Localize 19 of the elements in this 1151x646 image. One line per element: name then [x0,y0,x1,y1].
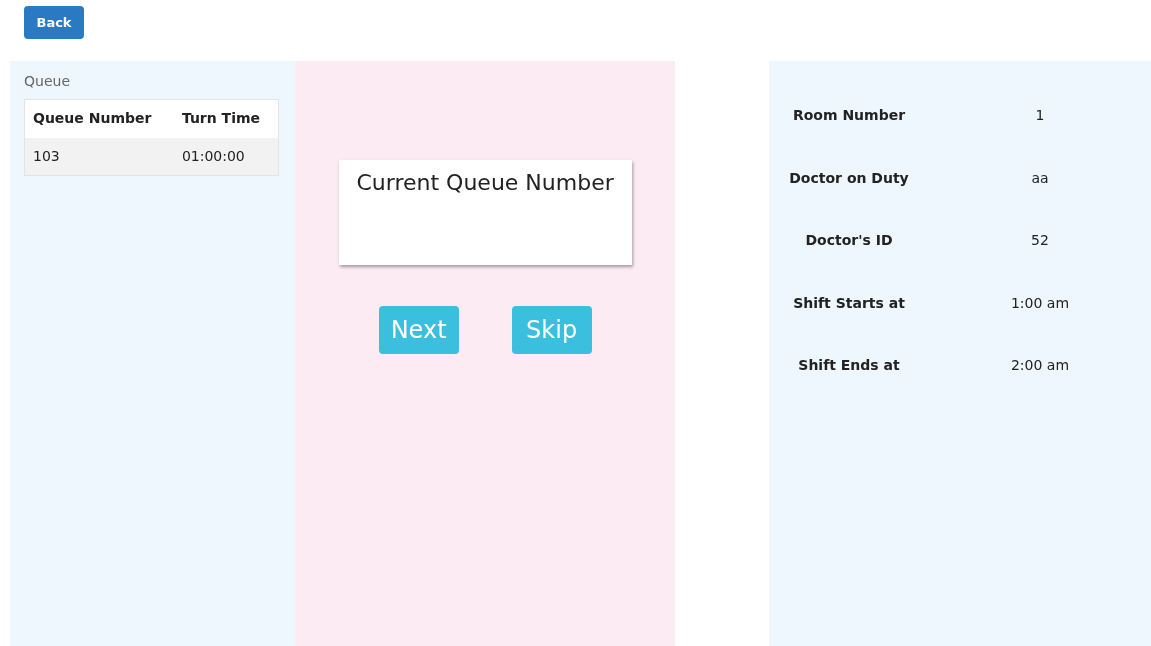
detail-label: Doctor's ID [804,231,894,250]
queue-title: Queue [24,72,71,91]
action-button[interactable]: Skip [511,306,592,354]
column-header: Turn Time [173,99,279,138]
back-button[interactable]: Back [24,6,84,39]
detail-label: Room Number [791,106,907,125]
detail-value: 1 [1034,106,1046,125]
detail-label: Shift Starts at [792,293,906,313]
detail-label: Shift Ends at [797,356,901,375]
detail-value: 1:00 am [1009,293,1071,313]
action-button[interactable]: Next [378,306,459,354]
detail-value: 2:00 am [1009,356,1071,375]
detail-label: Doctor on Duty [788,168,910,188]
table-cell: 103 [24,137,174,176]
column-header: Queue Number [24,99,174,138]
detail-value: 52 [1030,231,1050,250]
table-cell: 01:00:00 [173,137,279,176]
detail-value: aa [1030,168,1050,188]
current-queue-title: Current Queue Number [356,169,614,197]
